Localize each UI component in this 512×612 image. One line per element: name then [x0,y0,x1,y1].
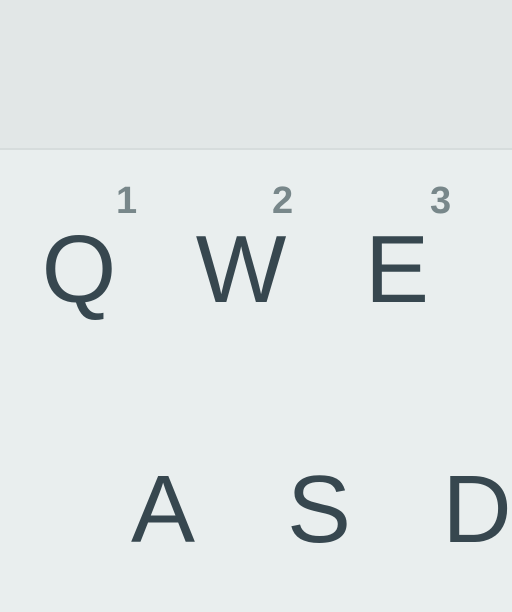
key-letter: S [286,456,352,563]
key-e[interactable]: E 3 [318,182,476,372]
key-hint: 2 [272,180,294,222]
key-letter: D [442,456,512,563]
key-q[interactable]: Q 1 [0,182,158,372]
key-d[interactable]: D [398,462,512,612]
key-letter: W [195,216,287,323]
key-w[interactable]: W 2 [162,182,320,372]
key-letter: A [130,456,196,563]
suggestion-strip [0,0,512,150]
key-letter: Q [41,216,117,323]
key-hint: 1 [116,180,138,222]
key-s[interactable]: S [240,462,398,612]
key-letter: E [364,216,430,323]
key-a[interactable]: A [84,462,242,612]
key-hint: 3 [430,180,452,222]
